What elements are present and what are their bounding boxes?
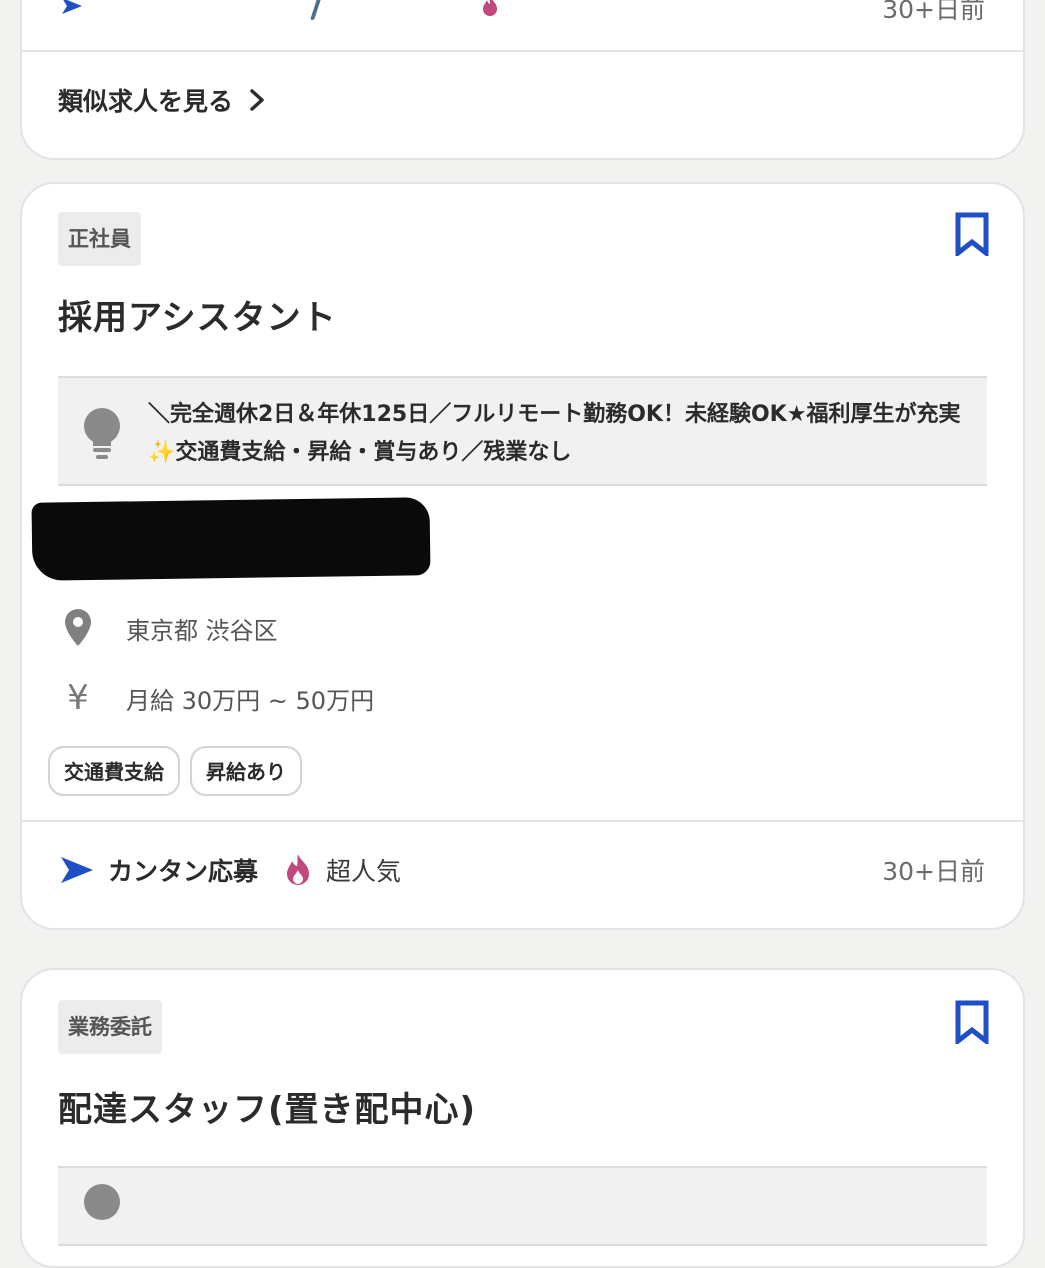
flame-icon [287,854,310,885]
tag-list: 交通費支給 昇給あり [48,746,302,796]
lightbulb-icon [84,408,120,459]
tag-chip: 昇給あり [190,746,302,796]
card-footer: カンタン応募 超人気 30+日前 [60,848,985,892]
job-highlight [58,1166,987,1246]
divider-mark [310,0,322,20]
lightbulb-icon [84,1184,120,1220]
similar-jobs-label: 類似求人を見る [58,87,234,116]
posted-date: 30+日前 [882,857,985,886]
card-divider [22,820,1023,822]
posted-date: 30+日前 [882,0,985,24]
employment-type-badge: 正社員 [58,212,141,266]
location-row: 東京都 渋谷区 [58,608,278,648]
salary-row: ¥ 月給 30万円 ~ 50万円 [58,678,374,718]
location-pin-icon [58,608,98,648]
send-arrow-icon [61,857,93,883]
salary-text: 月給 30万円 ~ 50万円 [126,686,375,715]
employment-type-badge: 業務委託 [58,1000,162,1054]
card-divider [22,50,1023,52]
location-text: 東京都 渋谷区 [126,616,278,645]
job-card[interactable]: 正社員 採用アシスタント ＼完全週休2日＆年休125日／フルリモート勤務OK！未… [20,182,1025,930]
job-card[interactable]: 業務委託 配達スタッフ(置き配中心) [20,968,1025,1268]
redacted-company-name [31,497,431,581]
job-title[interactable]: 配達スタッフ(置き配中心) [58,1082,476,1131]
highlight-text: ＼完全週休2日＆年休125日／フルリモート勤務OK！未経験OK★福利厚生が充実✨… [148,402,961,465]
flame-icon [483,0,497,16]
bookmark-icon[interactable] [953,212,991,256]
popularity-label: 超人気 [326,857,402,886]
bookmark-icon[interactable] [953,1000,991,1044]
yen-icon: ¥ [67,678,89,718]
job-highlight: ＼完全週休2日＆年休125日／フルリモート勤務OK！未経験OK★福利厚生が充実✨… [58,376,987,486]
previous-card-footer: 30+日前 [22,0,1023,24]
send-arrow-icon [62,0,82,14]
job-title[interactable]: 採用アシスタント [58,290,337,339]
tag-chip: 交通費支給 [48,746,180,796]
similar-jobs-link[interactable]: 類似求人を見る [58,82,267,118]
job-card-previous: 30+日前 類似求人を見る [20,0,1025,160]
chevron-right-icon [250,89,264,111]
easy-apply-label: カンタン応募 [108,857,259,886]
